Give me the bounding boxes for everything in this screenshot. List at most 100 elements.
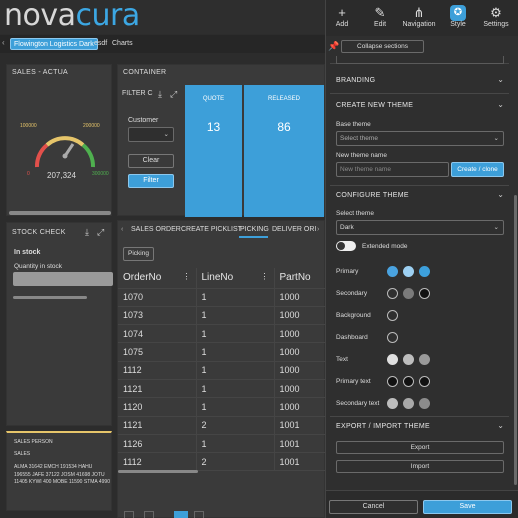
table-cell: 1 (196, 288, 275, 307)
primary-swatch-3[interactable] (419, 266, 430, 277)
create-theme-section-title[interactable]: CREATE NEW THEME (336, 102, 413, 109)
page-button[interactable] (194, 511, 204, 518)
tabs-next-icon[interactable]: › (317, 226, 319, 233)
table-cell: 1112 (118, 452, 197, 472)
picking-button[interactable]: Picking (123, 247, 154, 261)
select-theme-dropdown[interactable]: Dark ⌄ (336, 220, 504, 235)
chevron-down-icon[interactable]: ⌄ (497, 75, 504, 84)
primary-text-label: Primary text (336, 378, 371, 385)
collapse-sections-button[interactable]: Collapse sections (341, 40, 424, 53)
select-theme-label: Select theme (336, 210, 374, 217)
table-row[interactable]: 1112 1 1000 (118, 361, 326, 380)
primary-swatch-1[interactable] (387, 266, 398, 277)
new-theme-name-input[interactable]: New theme name (336, 162, 449, 177)
picking-table: OrderNo ⋮ LineNo ⋮ PartNo 1070 1 1000 1073 1 10… (118, 268, 326, 472)
export-import-section-title[interactable]: EXPORT / IMPORT THEME (336, 423, 430, 430)
table-row[interactable]: 1121 2 1001 (118, 416, 326, 435)
tabs-prev-icon[interactable]: ‹ (121, 226, 123, 233)
page-button[interactable] (124, 511, 134, 518)
expand-icon[interactable]: ⤢ (170, 89, 177, 100)
panel-scrollbar[interactable] (514, 195, 517, 485)
pin-icon[interactable]: 📌 (328, 41, 339, 52)
primary-swatch-2[interactable] (403, 266, 414, 277)
secondary-text-swatch-2[interactable] (403, 398, 414, 409)
primary-text-swatch-3[interactable] (419, 376, 430, 387)
column-header-lineno[interactable]: LineNo ⋮ (196, 268, 275, 289)
create-clone-button[interactable]: Create / clone (451, 162, 504, 177)
quote-tile[interactable]: QUOTE 13 (185, 85, 242, 217)
sales-person-list: ALMA 31642 EMCH 191534 HAHU 196555 JAFE … (14, 464, 110, 485)
cancel-button[interactable]: Cancel (329, 500, 418, 514)
chevron-down-icon[interactable]: ⌄ (497, 421, 504, 430)
column-menu-icon[interactable]: ⋮ (183, 272, 191, 281)
panel-subtitle: SALES (14, 451, 31, 457)
released-tile[interactable]: RELEASED 86 (244, 85, 324, 217)
export-button[interactable]: Export (336, 441, 504, 454)
secondary-swatch-1[interactable] (387, 288, 398, 299)
table-cell: 1 (196, 361, 275, 380)
quantity-field[interactable] (13, 272, 113, 286)
text-swatch-3[interactable] (419, 354, 430, 365)
tab-deliver-order[interactable]: DELIVER ORI (272, 226, 316, 233)
tab-create-picklist[interactable]: CREATE PICKLIST (181, 226, 242, 233)
collapse-icon[interactable]: ⤓ (158, 89, 162, 100)
column-menu-icon[interactable]: ⋮ (261, 272, 269, 281)
secondary-swatch-3[interactable] (419, 288, 430, 299)
table-row[interactable]: 1121 1 1000 (118, 379, 326, 399)
tab-sales-order[interactable]: SALES ORDER (131, 226, 181, 233)
text-swatch-1[interactable] (387, 354, 398, 365)
table-cell: 1 (196, 306, 275, 326)
primary-text-swatch-2[interactable] (403, 376, 414, 387)
clear-button[interactable]: Clear (128, 154, 174, 168)
style-tool[interactable]: ✪ Style (439, 5, 477, 28)
horizontal-scrollbar[interactable] (118, 470, 198, 473)
primary-text-swatch-1[interactable] (387, 376, 398, 387)
filter-button[interactable]: Filter (128, 174, 174, 188)
chevron-down-icon[interactable]: ⌄ (497, 100, 504, 109)
chevron-down-icon[interactable]: ⌄ (497, 190, 504, 199)
chevron-left-icon[interactable]: ‹ (2, 38, 5, 47)
collapse-icon[interactable]: ⤓ (85, 227, 89, 238)
branding-section-title[interactable]: BRANDING (336, 77, 375, 84)
customer-select[interactable]: ⌄ (128, 127, 174, 142)
table-cell: 1000 (274, 288, 326, 307)
dashboard-swatch[interactable] (387, 332, 398, 343)
table-cell: 2 (196, 416, 275, 435)
table-row[interactable]: 1112 2 1001 (118, 452, 326, 472)
page-button[interactable] (144, 511, 154, 518)
table-row[interactable]: 1074 1 1000 (118, 324, 326, 344)
background-swatch[interactable] (387, 310, 398, 321)
table-row[interactable]: 1075 1 1000 (118, 342, 326, 362)
edit-tool[interactable]: ✎ Edit (361, 5, 399, 28)
save-button[interactable]: Save (423, 500, 512, 514)
secondary-text-swatch-3[interactable] (419, 398, 430, 409)
table-cell: 1000 (274, 397, 326, 417)
column-header-partno[interactable]: PartNo (274, 268, 326, 289)
text-swatch-2[interactable] (403, 354, 414, 365)
container-panel: CONTAINER FILTER C ⤓ ⤢ Customer ⌄ Clear … (117, 64, 325, 217)
extended-mode-toggle[interactable] (336, 241, 356, 251)
expand-icon[interactable]: ⤢ (97, 227, 104, 238)
gauge-value: 207,324 (47, 171, 76, 180)
page-button-active[interactable] (174, 511, 188, 518)
add-tool[interactable]: + Add (323, 5, 361, 28)
secondary-text-swatch-1[interactable] (387, 398, 398, 409)
table-row[interactable]: 1070 1 1000 (118, 288, 326, 307)
dashboard-tab-esdf[interactable]: esdf (91, 38, 110, 50)
table-row[interactable]: 1073 1 1000 (118, 306, 326, 326)
configure-theme-section-title[interactable]: CONFIGURE THEME (336, 192, 409, 199)
table-row[interactable]: 1120 1 1000 (118, 397, 326, 417)
new-theme-name-label: New theme name (336, 152, 387, 159)
column-header-orderno[interactable]: OrderNo ⋮ (118, 268, 197, 289)
table-row[interactable]: 1126 1 1001 (118, 434, 326, 454)
navigation-tool[interactable]: ⋔ Navigation (400, 5, 438, 28)
dashboard-tab-charts[interactable]: Charts (109, 38, 136, 50)
import-button[interactable]: Import (336, 460, 504, 473)
plus-icon: + (338, 5, 346, 20)
tab-picking[interactable]: PICKING (240, 226, 269, 233)
base-theme-select[interactable]: Select theme ⌄ (336, 131, 504, 146)
dashboard-tab-flowington[interactable]: Flowington Logistics Dark (10, 38, 98, 50)
scrollbar[interactable] (13, 296, 87, 299)
secondary-swatch-2[interactable] (403, 288, 414, 299)
settings-tool[interactable]: ⚙ Settings (477, 5, 515, 28)
